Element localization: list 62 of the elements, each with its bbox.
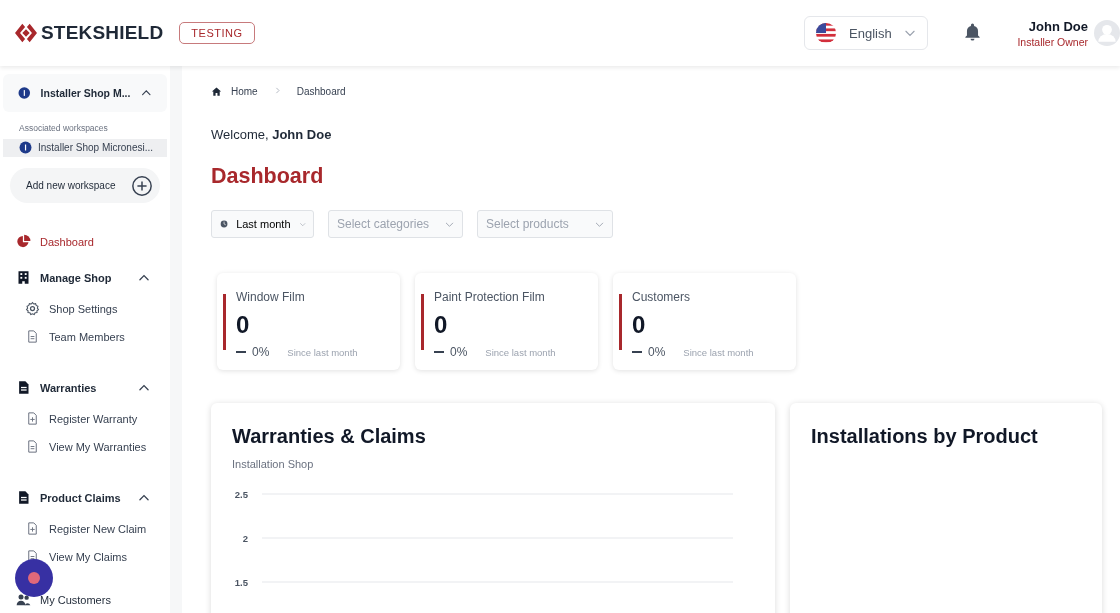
stat-label: Window Film (236, 290, 306, 304)
add-icon (131, 174, 153, 197)
document-icon (25, 329, 40, 345)
user-name: John Doe (1028, 18, 1088, 34)
nav-group[interactable]: Warranties (3, 375, 167, 401)
notification-bell-icon (963, 21, 983, 41)
settings-icon (25, 301, 40, 317)
us-flag-icon (815, 22, 838, 44)
document-add-icon (25, 521, 40, 537)
workspace-icon (19, 141, 32, 155)
pie-chart-icon (16, 234, 31, 250)
axis-tick-label: 2 (242, 532, 248, 544)
nav-item[interactable]: Dashboard (3, 229, 167, 255)
axis-tick-label: 2.5 (234, 488, 248, 500)
stat-change: 0% (450, 345, 468, 359)
nav-item[interactable]: Register Warranty (3, 405, 167, 433)
stat-change: 0% (648, 345, 666, 359)
clock-icon (220, 218, 229, 230)
breadcrumb-link[interactable]: Dashboard (296, 86, 346, 97)
nav-group[interactable]: Manage Shop (3, 265, 167, 291)
building-icon (16, 270, 31, 286)
card-title: Installations by Product (811, 425, 1039, 448)
workspace-switcher[interactable]: Installer Shop M... (3, 74, 167, 112)
user-role: Installer Owner (1017, 35, 1088, 48)
environment-badge: TESTING (179, 22, 255, 44)
home-icon (211, 86, 222, 97)
document-icon (16, 380, 31, 396)
stat-note: Since last month (485, 346, 556, 358)
document-icon (25, 439, 40, 455)
document-add-icon (25, 411, 40, 427)
axis-tick-label: 1.5 (234, 576, 248, 588)
add-workspace-button[interactable]: Add new workspace (10, 168, 160, 203)
language-select[interactable]: English (804, 16, 929, 50)
breadcrumb-link[interactable]: Home (231, 86, 258, 97)
stat-change: 0% (252, 345, 270, 359)
period-select[interactable]: Last month (211, 210, 314, 238)
nav-item[interactable]: Register New Claim (3, 515, 167, 543)
brand-logo[interactable]: STEKSHIELD (15, 22, 164, 44)
nav-item[interactable]: My Customers (3, 587, 167, 613)
page-title: Dashboard (211, 164, 325, 189)
stat-value: 0 (236, 311, 251, 339)
dash-icon (434, 351, 444, 353)
workspace-item[interactable]: Installer Shop Micronesi... (3, 138, 167, 158)
workspace-icon (18, 85, 31, 100)
stat-value: 0 (434, 311, 449, 339)
section-label: Associated workspaces (19, 122, 109, 133)
dash-icon (236, 351, 246, 353)
nav-item[interactable]: Shop Settings (3, 295, 167, 323)
document-icon (16, 490, 31, 506)
stat-note: Since last month (683, 346, 754, 358)
nav-item[interactable]: View My Warranties (3, 433, 167, 461)
welcome-message: Welcome, John Doe (211, 127, 333, 142)
card-subtitle: Installation Shop (232, 458, 315, 470)
stat-label: Paint Protection Film (434, 290, 546, 304)
people-icon (16, 592, 31, 608)
dash-icon (632, 351, 642, 353)
stat-value: 0 (632, 311, 647, 339)
nav-item[interactable]: Team Members (3, 323, 167, 351)
stat-note: Since last month (287, 346, 358, 358)
stat-label: Customers (632, 290, 691, 304)
card-title: Warranties & Claims (232, 425, 427, 448)
nav-group[interactable]: Product Claims (3, 485, 167, 511)
